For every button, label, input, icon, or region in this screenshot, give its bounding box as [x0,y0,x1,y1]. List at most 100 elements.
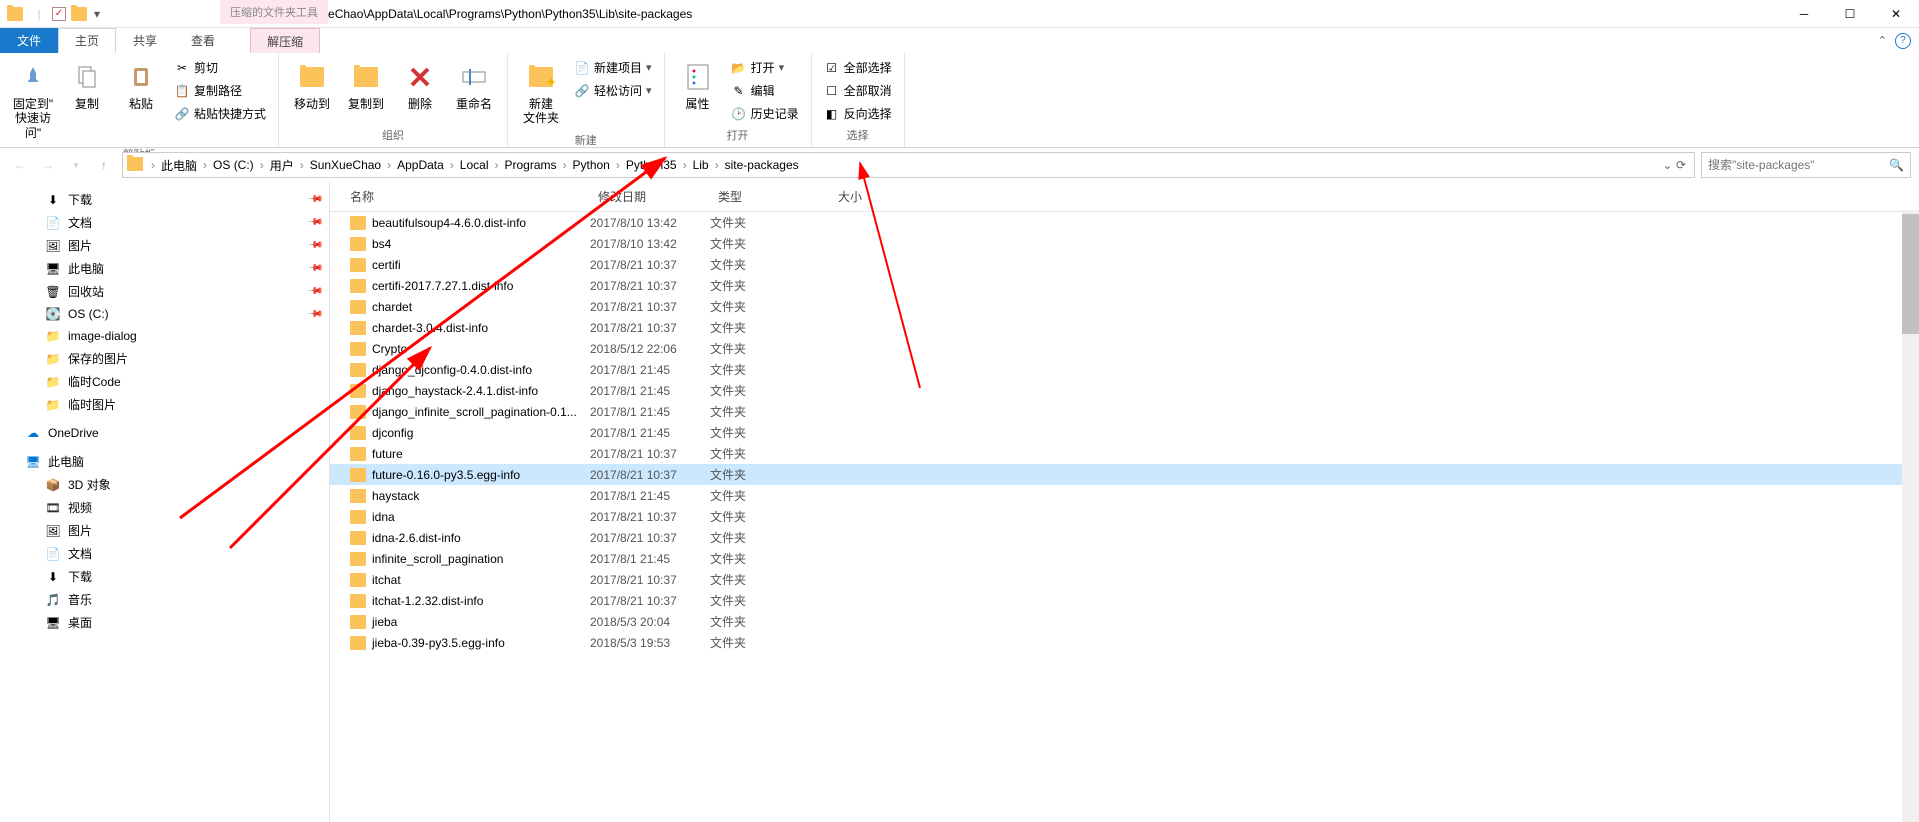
chevron-right-icon[interactable]: › [448,158,456,172]
select-none-button[interactable]: ☐全部取消 [820,80,896,101]
sidebar-item[interactable]: 🖼图片 [0,519,329,542]
chevron-right-icon[interactable]: › [149,158,157,172]
sidebar-item[interactable]: 🖥此电脑📌 [0,257,329,280]
breadcrumb-item[interactable]: Programs [500,158,560,172]
breadcrumb-dropdown[interactable]: ⌄ [1663,159,1672,172]
header-type[interactable]: 类型 [710,186,830,207]
tab-view[interactable]: 查看 [174,28,232,53]
tab-extract[interactable]: 解压缩 [250,28,320,53]
qat-item[interactable] [68,3,90,25]
table-row[interactable]: django_infinite_scroll_pagination-0.1...… [330,401,1919,422]
chevron-right-icon[interactable]: › [298,158,306,172]
maximize-button[interactable]: ☐ [1827,0,1873,28]
table-row[interactable]: itchat-1.2.32.dist-info2017/8/21 10:37文件… [330,590,1919,611]
close-button[interactable]: ✕ [1873,0,1919,28]
tab-file[interactable]: 文件 [0,28,58,53]
paste-shortcut-button[interactable]: 🔗粘贴快捷方式 [170,103,270,124]
tab-share[interactable]: 共享 [116,28,174,53]
chevron-right-icon[interactable]: › [681,158,689,172]
qat-dropdown[interactable]: ▾ [92,3,102,25]
refresh-icon[interactable]: ⟳ [1676,158,1686,172]
select-all-button[interactable]: ☑全部选择 [820,57,896,78]
sidebar-item[interactable]: 📦3D 对象 [0,473,329,496]
sidebar-item[interactable]: 🖥桌面 [0,611,329,634]
chevron-right-icon[interactable]: › [561,158,569,172]
table-row[interactable]: chardet-3.0.4.dist-info2017/8/21 10:37文件… [330,317,1919,338]
forward-button[interactable]: → [36,153,60,177]
chevron-right-icon[interactable]: › [201,158,209,172]
breadcrumb-item[interactable]: site-packages [721,158,803,172]
breadcrumb-item[interactable]: SunXueChao [306,158,385,172]
sidebar-item[interactable]: 💽OS (C:)📌 [0,303,329,325]
back-button[interactable]: ← [8,153,32,177]
copy-path-button[interactable]: 📋复制路径 [170,80,270,101]
breadcrumb-item[interactable]: OS (C:) [209,158,258,172]
new-folder-button[interactable]: ✦新建 文件夹 [516,57,566,130]
qat-checkbox[interactable]: ✓ [52,7,66,21]
sidebar-item[interactable]: 📁临时Code [0,370,329,393]
sidebar-item[interactable]: ⬇下载 [0,565,329,588]
history-button[interactable]: 🕑历史记录 [727,103,803,124]
minimize-button[interactable]: ─ [1781,0,1827,28]
chevron-right-icon[interactable]: › [492,158,500,172]
sidebar-item[interactable]: 📁临时图片 [0,393,329,416]
breadcrumb-item[interactable]: Python [569,158,614,172]
new-item-button[interactable]: 📄新建项目▾ [570,57,656,78]
table-row[interactable]: certifi-2017.7.27.1.dist-info2017/8/21 1… [330,275,1919,296]
chevron-right-icon[interactable]: › [385,158,393,172]
table-row[interactable]: idna-2.6.dist-info2017/8/21 10:37文件夹 [330,527,1919,548]
help-icon[interactable]: ? [1895,33,1911,49]
breadcrumb-item[interactable]: AppData [393,158,448,172]
breadcrumb-item[interactable]: 用户 [266,157,298,174]
sidebar-item[interactable]: 📄文档📌 [0,211,329,234]
table-row[interactable]: django_djconfig-0.4.0.dist-info2017/8/1 … [330,359,1919,380]
edit-button[interactable]: ✎编辑 [727,80,803,101]
moveto-button[interactable]: 移动到 [287,57,337,115]
breadcrumb-item[interactable]: Python35 [622,158,681,172]
search-box[interactable]: 🔍 [1701,152,1911,178]
table-row[interactable]: jieba-0.39-py3.5.egg-info2018/5/3 19:53文… [330,632,1919,653]
copy-button[interactable]: 复制 [62,57,112,115]
invert-button[interactable]: ◧反向选择 [820,103,896,124]
table-row[interactable]: certifi2017/8/21 10:37文件夹 [330,254,1919,275]
open-button[interactable]: 📂打开▾ [727,57,803,78]
chevron-right-icon[interactable]: › [614,158,622,172]
search-icon[interactable]: 🔍 [1889,158,1904,172]
table-row[interactable]: djconfig2017/8/1 21:45文件夹 [330,422,1919,443]
table-row[interactable]: beautifulsoup4-4.6.0.dist-info2017/8/10 … [330,212,1919,233]
rename-button[interactable]: 重命名 [449,57,499,115]
cut-button[interactable]: ✂剪切 [170,57,270,78]
chevron-right-icon[interactable]: › [258,158,266,172]
header-size[interactable]: 大小 [830,186,910,207]
table-row[interactable]: future-0.16.0-py3.5.egg-info2017/8/21 10… [330,464,1919,485]
sidebar-item[interactable]: 🎞视频 [0,496,329,519]
sidebar-thispc[interactable]: 🖥此电脑 [0,450,329,473]
chevron-right-icon[interactable]: › [713,158,721,172]
breadcrumb-item[interactable]: 此电脑 [157,157,201,174]
paste-button[interactable]: 粘贴 [116,57,166,115]
scrollbar-thumb[interactable] [1902,214,1919,334]
table-row[interactable]: haystack2017/8/1 21:45文件夹 [330,485,1919,506]
breadcrumb[interactable]: › 此电脑›OS (C:)›用户›SunXueChao›AppData›Loca… [122,152,1695,178]
header-name[interactable]: 名称 [330,186,590,207]
table-row[interactable]: idna2017/8/21 10:37文件夹 [330,506,1919,527]
table-row[interactable]: itchat2017/8/21 10:37文件夹 [330,569,1919,590]
copyto-button[interactable]: 复制到 [341,57,391,115]
sidebar-item[interactable]: 📁image-dialog [0,325,329,347]
navigation-pane[interactable]: ⬇下载📌📄文档📌🖼图片📌🖥此电脑📌🗑回收站📌💽OS (C:)📌📁image-di… [0,182,330,822]
easy-access-button[interactable]: 🔗轻松访问▾ [570,80,656,101]
sidebar-item[interactable]: ⬇下载📌 [0,188,329,211]
sidebar-item[interactable]: 🗑回收站📌 [0,280,329,303]
table-row[interactable]: jieba2018/5/3 20:04文件夹 [330,611,1919,632]
sidebar-onedrive[interactable]: ☁OneDrive [0,422,329,444]
sidebar-item[interactable]: 📄文档 [0,542,329,565]
table-row[interactable]: chardet2017/8/21 10:37文件夹 [330,296,1919,317]
table-row[interactable]: django_haystack-2.4.1.dist-info2017/8/1 … [330,380,1919,401]
table-row[interactable]: future2017/8/21 10:37文件夹 [330,443,1919,464]
collapse-ribbon-icon[interactable]: ⌃ [1878,34,1887,47]
tab-home[interactable]: 主页 [58,28,116,53]
scrollbar[interactable] [1902,210,1919,822]
recent-dropdown[interactable]: ▾ [64,153,88,177]
table-row[interactable]: infinite_scroll_pagination2017/8/1 21:45… [330,548,1919,569]
header-date[interactable]: 修改日期 [590,186,710,207]
